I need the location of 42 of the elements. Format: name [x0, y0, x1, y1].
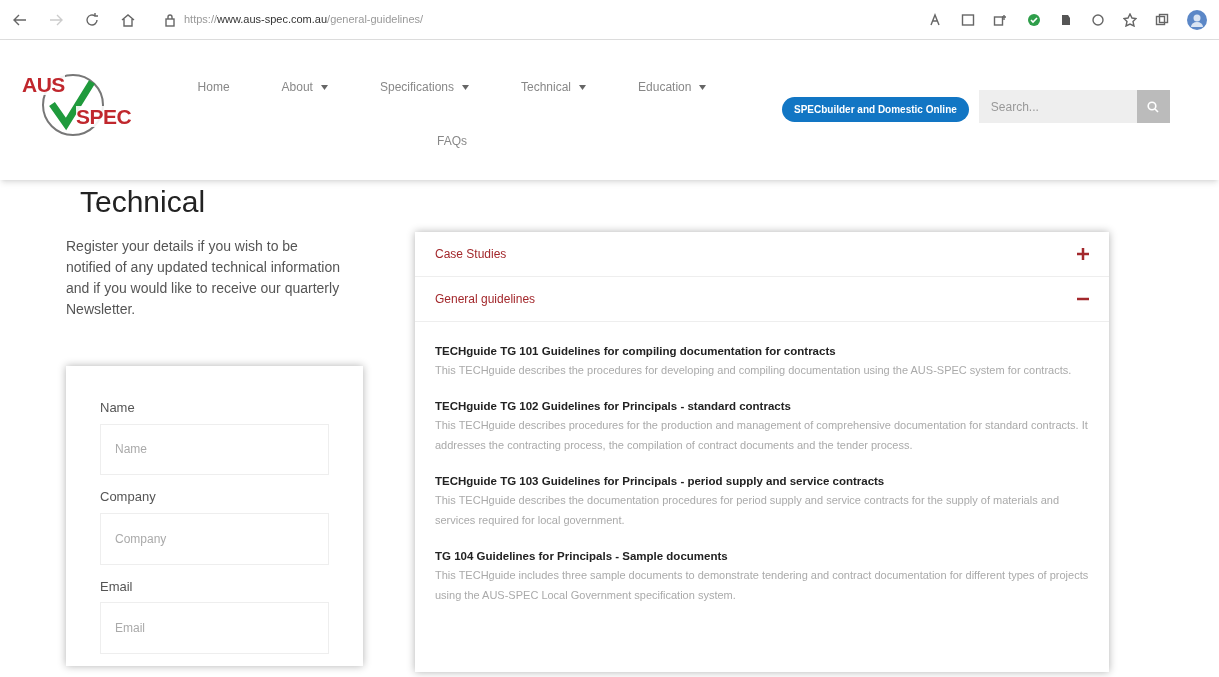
nav-link[interactable]: FAQs — [433, 132, 471, 150]
guide-title[interactable]: TECHguide TG 101 Guidelines for compiling documentation for contracts — [435, 342, 1089, 360]
profile-avatar-icon[interactable] — [1187, 9, 1207, 30]
guide-description: This TECHguide describes procedures for the production and management of comprehensive documentation for standard contracts. It addresses the contracting process, the compilation of contract documents and the tender process. — [435, 418, 1089, 453]
collections-icon[interactable] — [1155, 12, 1169, 27]
intro-text: Register your details if you wish to be notified of any updated technical information and if you would like to receive our quarterly Newsletter. — [66, 237, 341, 319]
nav-link[interactable]: Education — [634, 78, 711, 96]
logo[interactable]: AUS SPEC — [22, 66, 142, 146]
section-header[interactable]: Case Studies — [435, 245, 507, 263]
search-icon — [1147, 100, 1160, 113]
refresh-icon[interactable] — [84, 11, 100, 28]
guide-description: This TECHguide describes the documentation procedures for period supply and service contracts for the supply of materials and services required for local government. — [435, 493, 1061, 528]
home-icon[interactable] — [120, 11, 136, 28]
nav-link[interactable]: Technical — [517, 78, 591, 96]
field-label: Name — [100, 399, 135, 417]
section-header[interactable]: General guidelines — [435, 290, 536, 308]
page-title: Technical — [80, 184, 207, 220]
favorites-icon[interactable] — [1123, 12, 1137, 27]
guide-title[interactable]: TECHguide TG 102 Guidelines for Principals - standard contracts — [435, 397, 1089, 415]
lock-icon — [164, 12, 176, 27]
input-field[interactable]: Name — [100, 423, 329, 476]
read-aloud-icon[interactable] — [929, 12, 943, 27]
logo-text: AUS — [22, 74, 65, 95]
logo-text: SPEC — [76, 106, 132, 127]
field-label: Company — [100, 488, 156, 507]
field-label: Email — [100, 577, 133, 596]
extension-check-icon[interactable] — [1027, 12, 1041, 27]
input-field[interactable]: Email — [100, 602, 329, 654]
nav-link[interactable]: Home — [193, 78, 234, 96]
guide-title[interactable]: TECHguide TG 103 Guidelines for Principals - period supply and service contracts — [435, 472, 1089, 490]
search-field[interactable]: Search... — [978, 90, 1137, 123]
address-bar-url[interactable]: https://www.aus-spec.com.au/general-guidelines/ — [184, 11, 424, 28]
nav-link[interactable]: Specifications — [375, 78, 473, 96]
guide-title[interactable]: TG 104 Guidelines for Principals - Sample documents — [435, 547, 1089, 565]
plus-icon[interactable] — [1077, 248, 1089, 260]
nav-link[interactable]: About — [277, 78, 332, 96]
guide-description: This TECHguide includes three sample documents to demonstrate tendering and contract documentation for different types of projects using the AUS-SPEC Local Government specification system. — [435, 568, 1089, 603]
app-icon[interactable] — [993, 12, 1009, 27]
reader-view-icon[interactable] — [961, 12, 975, 27]
cta-button[interactable]: SPECbuilder and Domestic Online — [782, 97, 969, 122]
input-field[interactable]: Company — [100, 512, 329, 565]
guide-description: This TECHguide describes the procedures for developing and compiling documentation using the AUS-SPEC system for contracts. — [435, 363, 1073, 378]
